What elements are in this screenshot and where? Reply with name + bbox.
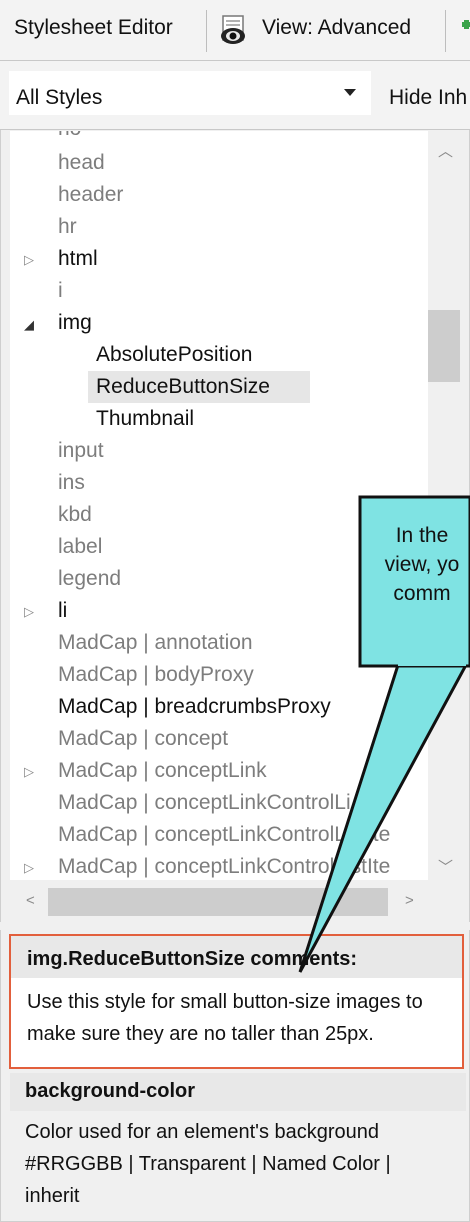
tree-item[interactable]: AbsolutePosition	[96, 343, 252, 367]
property-values-line: #RRGGBB | Transparent | Named Color |	[25, 1153, 391, 1175]
property-values-line: inherit	[25, 1185, 80, 1207]
property-description: Color used for an element's background #…	[25, 1116, 465, 1212]
toolbar-separator	[206, 10, 207, 52]
tree-item[interactable]: no	[58, 131, 81, 141]
tree-item-selected[interactable]: ReduceButtonSize	[96, 375, 270, 399]
expand-icon[interactable]: ▷	[24, 604, 34, 620]
panel-divider[interactable]	[0, 922, 470, 930]
comments-text: Use this style for small button-size ima…	[27, 991, 423, 1045]
tree-item[interactable]: legend	[58, 567, 121, 591]
vertical-scrollbar[interactable]	[428, 131, 466, 881]
tree-item[interactable]: label	[58, 535, 102, 559]
tree-item[interactable]: MadCap | conceptLinkControlListIte	[58, 823, 390, 847]
expand-icon[interactable]: ▷	[24, 764, 34, 780]
callout-line: In the	[395, 524, 449, 547]
property-description-line: Color used for an element's background	[25, 1121, 380, 1143]
view-advanced-icon[interactable]	[217, 15, 249, 47]
toolbar-separator	[445, 10, 446, 52]
scroll-left-icon[interactable]: <	[26, 892, 35, 909]
tree-item[interactable]: li	[58, 599, 67, 623]
scroll-right-icon[interactable]: >	[405, 892, 414, 909]
tree-item[interactable]: Thumbnail	[96, 407, 194, 431]
tree-item[interactable]: i	[58, 279, 63, 303]
tree-item[interactable]: ins	[58, 471, 85, 495]
scroll-down-icon[interactable]: ﹀	[438, 856, 453, 877]
collapse-icon[interactable]: ◢	[24, 317, 34, 333]
tree-item[interactable]: html	[58, 247, 98, 271]
tree-item[interactable]: MadCap | breadcrumbsProxy	[58, 695, 331, 719]
tree-item[interactable]: MadCap | bodyProxy	[58, 663, 254, 687]
tree-item[interactable]: MadCap | annotation	[58, 631, 253, 655]
callout-line: view, yo	[384, 553, 460, 576]
tree-item[interactable]: MadCap | conceptLinkControlListIte	[58, 855, 390, 879]
callout-line: comm	[393, 582, 451, 605]
tree-item[interactable]: header	[58, 183, 123, 207]
tree-item[interactable]: MadCap | conceptLink	[58, 759, 267, 783]
tree-item[interactable]: kbd	[58, 503, 92, 527]
style-comments-panel: img.ReduceButtonSize comments: Use this …	[9, 934, 464, 1069]
add-icon[interactable]	[458, 18, 470, 44]
expand-icon[interactable]: ▷	[24, 252, 34, 268]
tree-item[interactable]: MadCap | conceptLinkControlLi	[58, 791, 351, 815]
scroll-up-icon[interactable]: ︿	[438, 140, 453, 161]
tree-item[interactable]: img	[58, 311, 92, 335]
tree-item[interactable]: MadCap | concept	[58, 727, 228, 751]
dropdown-arrow-icon[interactable]	[344, 89, 356, 96]
stylesheet-editor-label: Stylesheet Editor	[14, 16, 173, 39]
vertical-scroll-thumb[interactable]	[428, 310, 460, 382]
callout-text: In the view, yo comm	[362, 521, 470, 608]
tree-item[interactable]: hr	[58, 215, 77, 239]
comments-title: img.ReduceButtonSize comments:	[27, 948, 358, 970]
tree-item[interactable]: input	[58, 439, 104, 463]
horizontal-scroll-thumb[interactable]	[48, 888, 388, 916]
expand-icon[interactable]: ▷	[24, 860, 34, 876]
tree-item[interactable]: head	[58, 151, 105, 175]
styles-filter-value: All Styles	[16, 86, 103, 109]
view-advanced-button[interactable]: View: Advanced	[262, 16, 411, 40]
property-name: background-color	[25, 1080, 196, 1102]
hide-inherited-button[interactable]: Hide Inh	[389, 86, 467, 110]
